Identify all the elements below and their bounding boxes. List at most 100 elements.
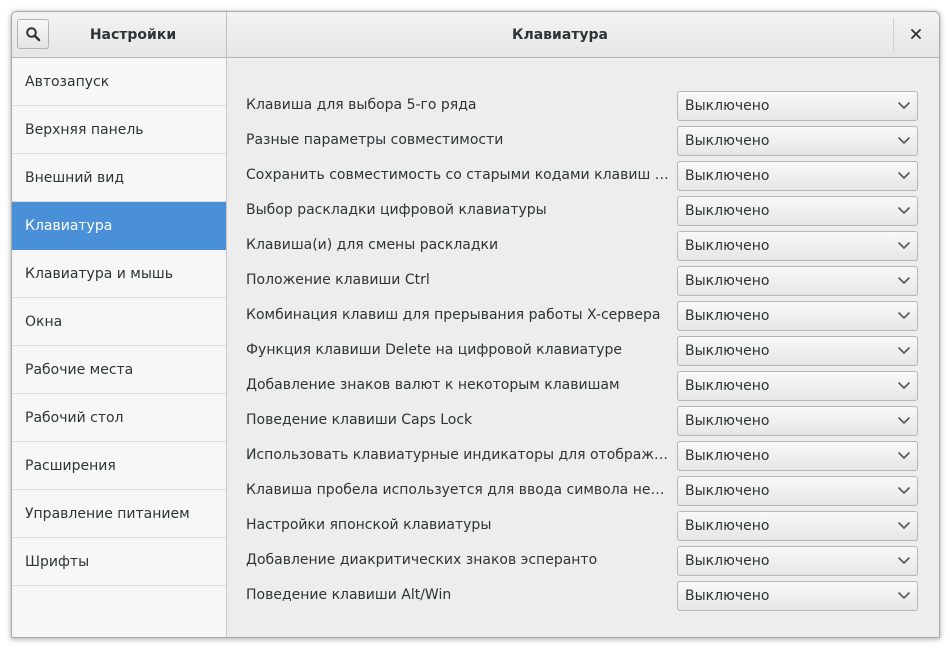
search-icon xyxy=(26,27,41,42)
sidebar-item[interactable]: Окна xyxy=(12,298,226,346)
dropdown-value: Выключено xyxy=(685,308,770,324)
setting-label: Функция клавиши Delete на цифровой клави… xyxy=(246,342,623,358)
setting-dropdown[interactable]: Выключено xyxy=(677,126,918,156)
dropdown-value: Выключено xyxy=(685,238,770,254)
setting-dropdown[interactable]: Выключено xyxy=(677,91,918,121)
sidebar-item-label: Клавиатура и мышь xyxy=(25,265,173,282)
setting-label: Положение клавиши Ctrl xyxy=(246,272,430,288)
chevron-down-icon xyxy=(898,347,910,354)
sidebar-item-label: Расширения xyxy=(25,457,116,474)
chevron-down-icon xyxy=(898,172,910,179)
setting-row: Клавиша(и) для смены раскладки Выключено xyxy=(227,228,939,263)
dropdown-value: Выключено xyxy=(685,168,770,184)
sidebar: Автозапуск Верхняя панель Внешний вид Клави… xyxy=(12,58,227,637)
chevron-down-icon xyxy=(898,417,910,424)
setting-label: Клавиша для выбора 5-го ряда xyxy=(246,97,477,113)
keyboard-settings-panel: Клавиша для выбора 5-го ряда Выключено Раз… xyxy=(227,58,939,637)
page-title: Клавиатура xyxy=(512,26,608,43)
setting-row: Комбинация клавиш для прерывания работы … xyxy=(227,298,939,333)
setting-dropdown[interactable]: Выключено xyxy=(677,301,918,331)
dropdown-value: Выключено xyxy=(685,378,770,394)
dropdown-value: Выключено xyxy=(685,343,770,359)
setting-label: Сохранить совместимость со старыми кодам… xyxy=(246,167,671,183)
sidebar-item[interactable]: Внешний вид xyxy=(12,154,226,202)
setting-dropdown[interactable]: Выключено xyxy=(677,406,918,436)
setting-label: Использовать клавиатурные индикаторы для… xyxy=(246,447,671,463)
sidebar-item[interactable]: Клавиатура xyxy=(12,202,226,250)
setting-label: Настройки японской клавиатуры xyxy=(246,517,492,533)
chevron-down-icon xyxy=(898,592,910,599)
setting-row: Сохранить совместимость со старыми кодам… xyxy=(227,158,939,193)
sidebar-item[interactable]: Верхняя панель xyxy=(12,106,226,154)
setting-dropdown[interactable]: Выключено xyxy=(677,476,918,506)
setting-row: Разные параметры совместимости Выключено xyxy=(227,123,939,158)
dropdown-value: Выключено xyxy=(685,553,770,569)
sidebar-item-label: Управление питанием xyxy=(25,505,190,522)
setting-row: Клавиша для выбора 5-го ряда Выключено xyxy=(227,88,939,123)
setting-dropdown[interactable]: Выключено xyxy=(677,266,918,296)
chevron-down-icon xyxy=(898,102,910,109)
dropdown-value: Выключено xyxy=(685,518,770,534)
dropdown-value: Выключено xyxy=(685,448,770,464)
setting-row: Выбор раскладки цифровой клавиатуры Выклю… xyxy=(227,193,939,228)
sidebar-item[interactable]: Управление питанием xyxy=(12,490,226,538)
setting-row: Использовать клавиатурные индикаторы для… xyxy=(227,438,939,473)
setting-dropdown[interactable]: Выключено xyxy=(677,441,918,471)
sidebar-item-label: Автозапуск xyxy=(25,73,110,90)
close-icon xyxy=(911,29,921,39)
sidebar-item[interactable]: Расширения xyxy=(12,442,226,490)
dropdown-value: Выключено xyxy=(685,98,770,114)
chevron-down-icon xyxy=(898,522,910,529)
setting-dropdown[interactable]: Выключено xyxy=(677,336,918,366)
sidebar-item-label: Верхняя панель xyxy=(25,121,144,138)
chevron-down-icon xyxy=(898,207,910,214)
close-button[interactable] xyxy=(902,20,930,48)
sidebar-item[interactable]: Клавиатура и мышь xyxy=(12,250,226,298)
setting-label: Добавление диакритических знаков эсперан… xyxy=(246,552,598,568)
setting-dropdown[interactable]: Выключено xyxy=(677,546,918,576)
sidebar-item-label: Клавиатура xyxy=(25,217,113,234)
setting-label: Клавиша(и) для смены раскладки xyxy=(246,237,499,253)
setting-row: Добавление диакритических знаков эсперан… xyxy=(227,543,939,578)
setting-dropdown[interactable]: Выключено xyxy=(677,581,918,611)
setting-row: Добавление знаков валют к некоторым клав… xyxy=(227,368,939,403)
setting-row: Клавиша пробела используется для ввода с… xyxy=(227,473,939,508)
dropdown-value: Выключено xyxy=(685,588,770,604)
sidebar-item-label: Рабочие места xyxy=(25,361,134,378)
chevron-down-icon xyxy=(898,452,910,459)
setting-dropdown[interactable]: Выключено xyxy=(677,511,918,541)
chevron-down-icon xyxy=(898,137,910,144)
chevron-down-icon xyxy=(898,312,910,319)
dropdown-value: Выключено xyxy=(685,273,770,289)
sidebar-item[interactable]: Шрифты xyxy=(12,538,226,586)
sidebar-item[interactable]: Автозапуск xyxy=(12,58,226,106)
settings-window: Настройки Клавиатура Автозапуск Верхняя п… xyxy=(11,11,940,638)
sidebar-item-label: Внешний вид xyxy=(25,169,125,186)
dropdown-value: Выключено xyxy=(685,203,770,219)
setting-label: Комбинация клавиш для прерывания работы … xyxy=(246,307,661,323)
header-bar: Настройки Клавиатура xyxy=(12,12,939,58)
dropdown-value: Выключено xyxy=(685,413,770,429)
chevron-down-icon xyxy=(898,487,910,494)
dropdown-value: Выключено xyxy=(685,483,770,499)
setting-label: Разные параметры совместимости xyxy=(246,132,504,148)
sidebar-item-label: Рабочий стол xyxy=(25,409,124,426)
setting-label: Поведение клавиши Caps Lock xyxy=(246,412,473,428)
sidebar-item-label: Окна xyxy=(25,313,63,330)
setting-label: Добавление знаков валют к некоторым клав… xyxy=(246,377,620,393)
close-separator xyxy=(893,18,894,51)
setting-dropdown[interactable]: Выключено xyxy=(677,371,918,401)
setting-row: Функция клавиши Delete на цифровой клави… xyxy=(227,333,939,368)
search-button[interactable] xyxy=(17,19,49,49)
setting-row: Положение клавиши Ctrl Выключено xyxy=(227,263,939,298)
chevron-down-icon xyxy=(898,557,910,564)
setting-dropdown[interactable]: Выключено xyxy=(677,231,918,261)
setting-dropdown[interactable]: Выключено xyxy=(677,161,918,191)
sidebar-item[interactable]: Рабочие места xyxy=(12,346,226,394)
setting-dropdown[interactable]: Выключено xyxy=(677,196,918,226)
setting-row: Поведение клавиши Caps Lock Выключено xyxy=(227,403,939,438)
sidebar-item-label: Шрифты xyxy=(25,553,90,570)
chevron-down-icon xyxy=(898,277,910,284)
sidebar-item[interactable]: Рабочий стол xyxy=(12,394,226,442)
chevron-down-icon xyxy=(898,382,910,389)
